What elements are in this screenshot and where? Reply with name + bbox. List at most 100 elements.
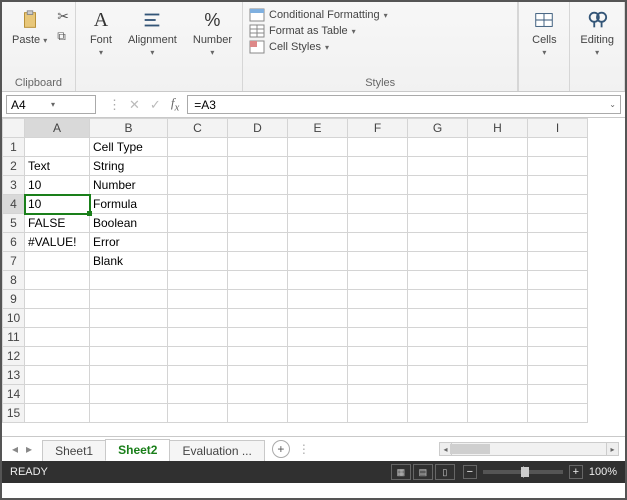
cell[interactable] [228,347,288,366]
cell[interactable] [408,347,468,366]
row-header[interactable]: 13 [3,366,25,385]
chevron-down-icon[interactable]: ▾ [51,100,91,109]
formula-input[interactable]: =A3 ⌄ [187,95,621,114]
cell[interactable]: Boolean [90,214,168,233]
cell[interactable] [528,233,588,252]
cell[interactable] [528,138,588,157]
cell[interactable]: Error [90,233,168,252]
cell[interactable] [348,385,408,404]
conditional-formatting-button[interactable]: Conditional Formatting ▾ [249,8,388,22]
cell[interactable] [408,271,468,290]
cell[interactable] [348,214,408,233]
zoom-value[interactable]: 100% [589,466,617,478]
alignment-button[interactable]: Alignment▾ [124,6,181,60]
cell[interactable] [528,347,588,366]
cell[interactable] [528,157,588,176]
cell[interactable] [25,385,90,404]
cell[interactable] [168,328,228,347]
cell[interactable] [288,271,348,290]
cut-icon[interactable]: ✂ [57,8,69,25]
cell[interactable] [528,271,588,290]
row-header[interactable]: 7 [3,252,25,271]
cell[interactable] [168,214,228,233]
cell[interactable] [348,366,408,385]
cell[interactable] [348,347,408,366]
cell[interactable] [90,347,168,366]
editing-button[interactable]: Editing▾ [576,6,618,60]
col-header[interactable]: F [348,119,408,138]
col-header[interactable]: D [228,119,288,138]
cell[interactable] [168,404,228,423]
cell[interactable] [228,157,288,176]
cell[interactable] [288,214,348,233]
tab-sheet2[interactable]: Sheet2 [105,439,170,461]
tab-evaluation[interactable]: Evaluation ... [169,440,264,461]
cell[interactable] [25,309,90,328]
cell[interactable] [348,176,408,195]
cell[interactable] [228,385,288,404]
font-button[interactable]: A Font▾ [82,6,120,60]
cells-button[interactable]: Cells▾ [525,6,563,60]
cell[interactable] [168,138,228,157]
cell[interactable]: Number [90,176,168,195]
cell[interactable] [468,271,528,290]
row-header[interactable]: 2 [3,157,25,176]
cell[interactable] [408,404,468,423]
cell[interactable] [288,385,348,404]
tab-nav-prev-icon[interactable]: ◂ [12,442,18,456]
cell[interactable] [468,252,528,271]
cell[interactable] [25,252,90,271]
cell[interactable]: Formula [90,195,168,214]
cell[interactable] [468,233,528,252]
cell[interactable] [348,290,408,309]
cell[interactable] [288,157,348,176]
cell[interactable]: Cell Type [90,138,168,157]
cell[interactable] [228,271,288,290]
cell[interactable] [228,195,288,214]
chevron-down-icon[interactable]: ⌄ [609,100,616,109]
cell[interactable] [468,290,528,309]
row-header[interactable]: 11 [3,328,25,347]
cell[interactable] [468,366,528,385]
row-header[interactable]: 12 [3,347,25,366]
cell[interactable] [288,328,348,347]
cell[interactable] [468,385,528,404]
cell[interactable] [468,309,528,328]
row-header[interactable]: 6 [3,233,25,252]
cell[interactable] [228,290,288,309]
cell[interactable] [348,271,408,290]
cell[interactable] [168,271,228,290]
cell[interactable] [528,328,588,347]
cell-active[interactable]: 10 [25,195,90,214]
cell[interactable] [90,385,168,404]
horizontal-scrollbar[interactable]: ◂ ▸ [439,442,619,456]
cell[interactable] [408,157,468,176]
col-header[interactable]: E [288,119,348,138]
cell[interactable] [348,328,408,347]
cell[interactable] [468,157,528,176]
cell[interactable] [168,366,228,385]
cell[interactable] [408,195,468,214]
cell[interactable] [288,309,348,328]
cell[interactable] [168,385,228,404]
cell[interactable] [288,366,348,385]
cell[interactable] [228,404,288,423]
cell[interactable] [288,176,348,195]
cell[interactable] [90,271,168,290]
cell-styles-button[interactable]: Cell Styles ▾ [249,40,388,54]
cell[interactable] [288,233,348,252]
cell[interactable] [25,328,90,347]
cell[interactable] [468,347,528,366]
add-sheet-button[interactable]: + [272,440,290,458]
cell[interactable] [528,195,588,214]
cell[interactable] [408,214,468,233]
cell[interactable] [528,176,588,195]
cell[interactable] [408,252,468,271]
cell[interactable] [168,176,228,195]
cell[interactable]: 10 [25,176,90,195]
cell[interactable] [348,157,408,176]
col-header[interactable]: H [468,119,528,138]
cell[interactable] [288,404,348,423]
cell[interactable] [408,233,468,252]
cell[interactable] [168,309,228,328]
